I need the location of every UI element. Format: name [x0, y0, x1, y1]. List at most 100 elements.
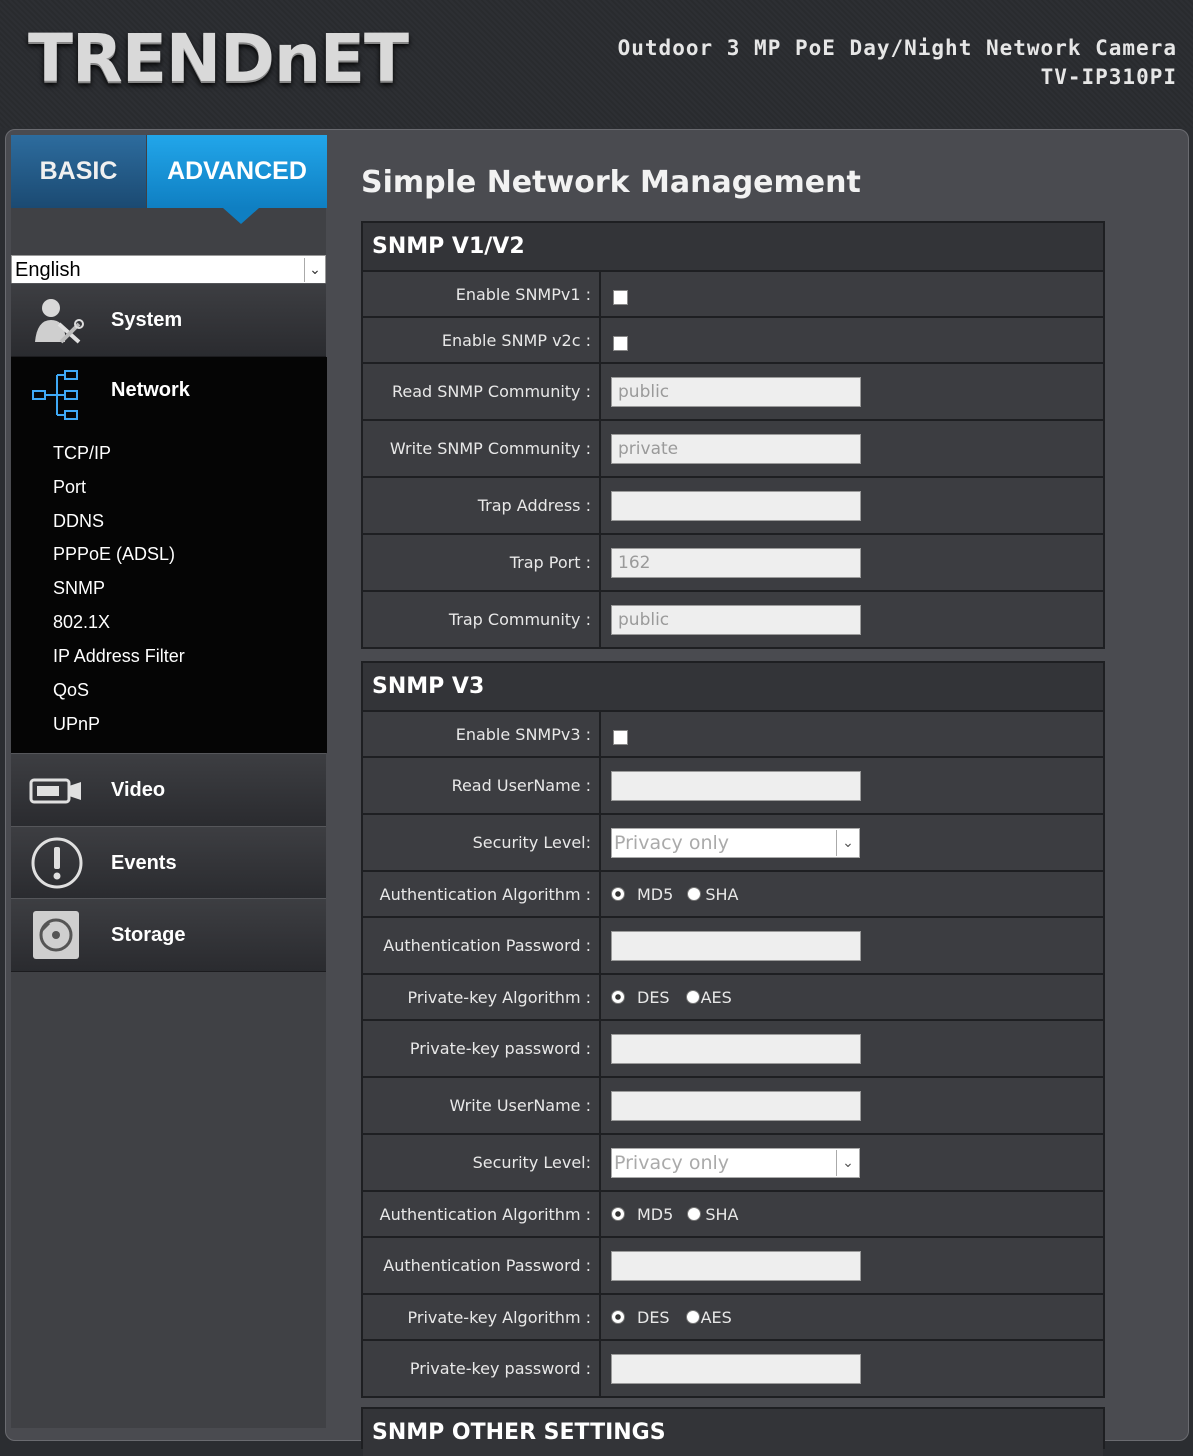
enable-snmpv1-label: Enable SNMPv1 :	[363, 272, 601, 316]
read-auth-md5-label: MD5	[637, 884, 674, 904]
nav-network-label[interactable]: Network	[111, 379, 190, 402]
nav-system-label: System	[111, 308, 183, 331]
write-priv-des-radio[interactable]	[611, 1310, 625, 1324]
row-enable-snmpv3: Enable SNMPv3 :	[363, 712, 1103, 758]
subnav-snmp[interactable]: SNMP	[53, 578, 105, 599]
network-tree-icon	[32, 370, 78, 420]
write-security-level-label: Security Level:	[363, 1135, 601, 1190]
trap-address-input[interactable]	[611, 490, 861, 521]
read-priv-algorithm-label: Private-key Algorithm :	[363, 975, 601, 1019]
read-priv-des-radio[interactable]	[611, 990, 625, 1004]
nav-video-label: Video	[111, 778, 166, 801]
read-priv-des-label: DES	[637, 987, 670, 1007]
write-priv-password-input[interactable]	[611, 1353, 861, 1384]
snmp-other-title: SNMP OTHER SETTINGS	[363, 1409, 1103, 1456]
write-auth-md5-label: MD5	[637, 1204, 674, 1224]
row-write-username: Write UserName :	[363, 1078, 1103, 1135]
read-security-level-select[interactable]: Privacy only ⌄	[611, 827, 860, 858]
row-enable-snmpv2c: Enable SNMP v2c :	[363, 318, 1103, 364]
chevron-down-icon: ⌄	[304, 258, 325, 282]
snmp-other-panel: SNMP OTHER SETTINGS	[361, 1407, 1105, 1456]
row-write-auth-password: Authentication Password :	[363, 1238, 1103, 1295]
page-title: Simple Network Management	[361, 165, 861, 200]
write-priv-algorithm-label: Private-key Algorithm :	[363, 1295, 601, 1339]
write-community-label: Write SNMP Community :	[363, 421, 601, 476]
enable-snmpv3-checkbox[interactable]	[613, 729, 628, 745]
enable-snmpv1-checkbox[interactable]	[613, 289, 628, 305]
write-security-level-select[interactable]: Privacy only ⌄	[611, 1147, 860, 1178]
write-priv-aes-radio[interactable]	[685, 1310, 700, 1324]
write-priv-aes-label: AES	[700, 1307, 732, 1327]
nav-network-section: Network TCP/IP Port DDNS PPPoE (ADSL) SN…	[11, 357, 327, 753]
read-priv-aes-label: AES	[700, 987, 732, 1007]
model-info: Outdoor 3 MP PoE Day/Night Network Camer…	[618, 34, 1177, 92]
write-security-level-value: Privacy only	[614, 1151, 730, 1174]
content-area: Simple Network Management SNMP V1/V2 Ena…	[327, 135, 1187, 1456]
subnav-qos[interactable]: QoS	[53, 680, 89, 701]
write-auth-sha-label: SHA	[705, 1204, 739, 1224]
write-auth-password-input[interactable]	[611, 1250, 861, 1281]
subnav-upnp[interactable]: UPnP	[53, 714, 100, 735]
row-write-priv-password: Private-key password :	[363, 1341, 1103, 1396]
read-username-input[interactable]	[611, 770, 861, 801]
nav-storage[interactable]: Storage	[11, 898, 326, 972]
trap-port-input[interactable]: 162	[611, 547, 861, 578]
system-tools-icon	[35, 299, 84, 344]
write-community-input[interactable]: private	[611, 433, 861, 464]
mode-tabs: BASIC ADVANCED	[11, 135, 327, 224]
write-auth-md5-radio[interactable]	[611, 1207, 625, 1221]
trap-address-label: Trap Address :	[363, 478, 601, 533]
snmp-v1v2-panel: SNMP V1/V2 Enable SNMPv1 : Enable SNMP v…	[361, 221, 1105, 649]
trap-community-input[interactable]: public	[611, 604, 861, 635]
row-read-username: Read UserName :	[363, 758, 1103, 815]
read-priv-aes-radio[interactable]	[685, 990, 700, 1004]
read-auth-algorithm-label: Authentication Algorithm :	[363, 872, 601, 916]
header: TRENDnET Outdoor 3 MP PoE Day/Night Netw…	[0, 0, 1193, 128]
read-auth-password-input[interactable]	[611, 930, 861, 961]
row-write-auth-algorithm: Authentication Algorithm : MD5 SHA	[363, 1192, 1103, 1238]
language-select[interactable]: English ⌄	[11, 255, 326, 285]
trendnet-logo: TRENDnET	[28, 20, 409, 97]
video-camera-icon	[29, 778, 81, 804]
tab-basic[interactable]: BASIC	[11, 135, 146, 208]
row-trap-address: Trap Address :	[363, 478, 1103, 535]
read-security-level-label: Security Level:	[363, 815, 601, 870]
subnav-pppoe[interactable]: PPPoE (ADSL)	[53, 544, 175, 565]
read-auth-md5-radio[interactable]	[611, 887, 625, 901]
row-read-security-level: Security Level: Privacy only ⌄	[363, 815, 1103, 872]
read-priv-password-label: Private-key password :	[363, 1021, 601, 1076]
tab-active-indicator	[223, 208, 259, 224]
read-username-label: Read UserName :	[363, 758, 601, 813]
read-auth-sha-label: SHA	[705, 884, 739, 904]
nav-video[interactable]: Video	[11, 753, 326, 827]
subnav-ip-address-filter[interactable]: IP Address Filter	[53, 646, 185, 667]
subnav-8021x[interactable]: 802.1X	[53, 612, 110, 633]
read-community-input[interactable]: public	[611, 376, 861, 407]
row-write-security-level: Security Level: Privacy only ⌄	[363, 1135, 1103, 1192]
row-trap-port: Trap Port : 162	[363, 535, 1103, 592]
write-auth-sha-radio[interactable]	[687, 1207, 702, 1221]
nav-system[interactable]: System	[11, 283, 326, 357]
tab-advanced[interactable]: ADVANCED	[147, 135, 327, 208]
write-priv-des-label: DES	[637, 1307, 670, 1327]
subnav-tcpip[interactable]: TCP/IP	[53, 443, 111, 464]
snmp-v3-panel: SNMP V3 Enable SNMPv3 : Read UserName : …	[361, 661, 1105, 1398]
alert-icon	[31, 837, 83, 889]
model-number: TV-IP310PI	[1040, 65, 1177, 89]
nav-events[interactable]: Events	[11, 826, 326, 900]
read-auth-password-label: Authentication Password :	[363, 918, 601, 973]
enable-snmpv2c-checkbox[interactable]	[613, 335, 628, 351]
read-priv-password-input[interactable]	[611, 1033, 861, 1064]
subnav-ddns[interactable]: DDNS	[53, 511, 104, 532]
chevron-down-icon: ⌄	[836, 1149, 859, 1176]
enable-snmpv3-label: Enable SNMPv3 :	[363, 712, 601, 756]
language-selected: English	[15, 258, 81, 281]
row-write-priv-algorithm: Private-key Algorithm : DES AES	[363, 1295, 1103, 1341]
read-auth-sha-radio[interactable]	[687, 887, 702, 901]
write-username-input[interactable]	[611, 1090, 861, 1121]
subnav-port[interactable]: Port	[53, 477, 86, 498]
model-description: Outdoor 3 MP PoE Day/Night Network Camer…	[617, 36, 1177, 60]
row-read-priv-algorithm: Private-key Algorithm : DES AES	[363, 975, 1103, 1021]
trap-port-label: Trap Port :	[363, 535, 601, 590]
read-security-level-value: Privacy only	[614, 831, 730, 854]
